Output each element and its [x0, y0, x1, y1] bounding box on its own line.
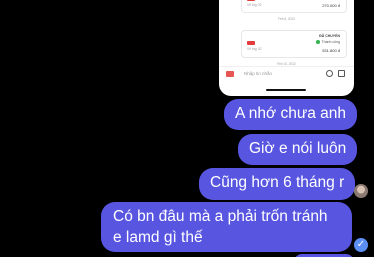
bank-logo-icon: [247, 0, 255, 1]
message-bubble[interactable]: Giờ e nói luôn: [238, 134, 358, 165]
sub-status-label: Thành công: [321, 40, 341, 44]
message-bubble[interactable]: Có bn đâu mà a phải trốn tránh e lamd gì…: [101, 202, 352, 252]
transaction-amount: 270.000 đ: [322, 3, 340, 8]
transaction-sub-status: Thành công: [315, 40, 341, 44]
success-dot-icon: [315, 40, 320, 44]
transaction-date: 09 thg 02: [247, 3, 262, 7]
transaction-amount: 531.800 đ: [322, 48, 340, 53]
message-input-placeholder: Nhập tin nhắn: [244, 71, 273, 76]
transaction-card: 09 thg 02 270.000 đ: [241, 0, 347, 13]
chat-screen: 09 thg 02 270.000 đ Feb 6, 2022 ĐÃ CHUYỂ…: [0, 0, 374, 257]
message-bubble[interactable]: A nhớ chưa anh: [224, 99, 358, 130]
date-separator: Feb 6, 2022: [277, 17, 295, 21]
message-input-bar: Nhập tin nhắn: [219, 66, 354, 81]
shared-screenshot-image[interactable]: 09 thg 02 270.000 đ Feb 6, 2022 ĐÃ CHUYỂ…: [219, 0, 354, 96]
message-bubble[interactable]: Cũng hơn 6 tháng r: [199, 168, 356, 200]
avatar[interactable]: [354, 184, 368, 198]
bank-logo-icon: [247, 41, 255, 45]
image-attach-icon: [338, 70, 345, 77]
gift-icon: [226, 71, 234, 77]
transaction-status: ĐÃ CHUYỂN: [319, 34, 340, 38]
transaction-card: ĐÃ CHUYỂN 09 thg 02 Thành công 531.800 đ: [241, 30, 347, 58]
emoji-icon: [326, 70, 333, 77]
transaction-date: 09 thg 02: [247, 47, 262, 51]
read-receipt-icon: ✓: [354, 238, 368, 252]
home-indicator: [266, 89, 306, 91]
